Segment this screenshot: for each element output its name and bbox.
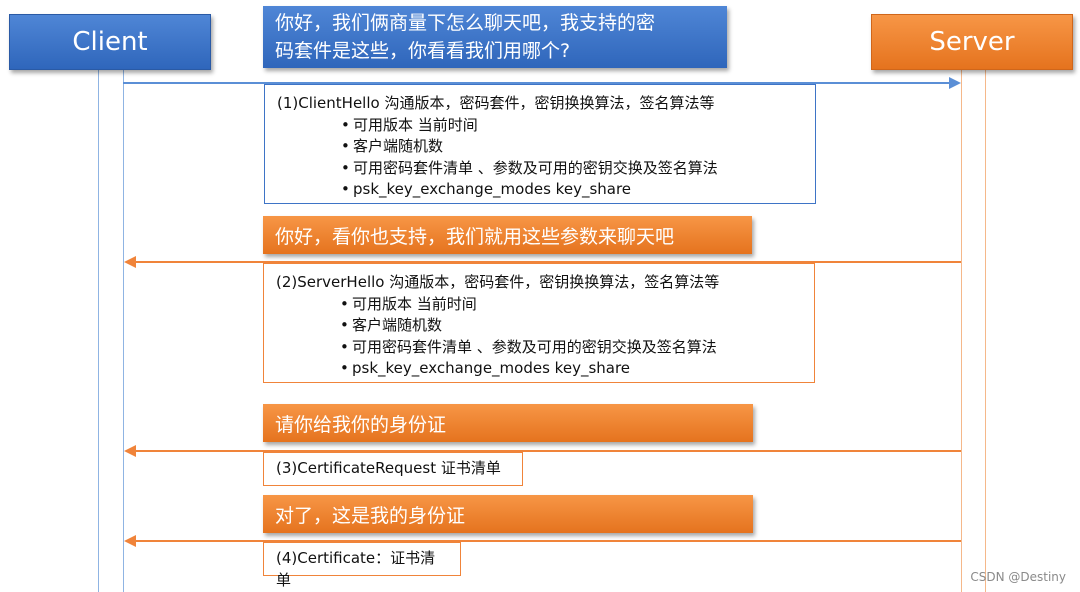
message-title: (1)ClientHello 沟通版本，密码套件，密钥换换算法，签名算法等 [277, 94, 715, 112]
list-item: 客户端随机数 [277, 136, 803, 158]
bullet-list: 可用版本 当前时间 客户端随机数 可用密码套件清单 、参数及可用的密钥交换及签名… [276, 294, 802, 380]
certificate-request-banner: 请你给我你的身份证 [263, 404, 753, 442]
message-title: (4)Certificate：证书清单 [276, 549, 436, 589]
watermark: CSDN @Destiny [970, 570, 1066, 584]
banner-line: 你好，我们俩商量下怎么聊天吧，我支持的密 [275, 12, 656, 34]
list-item: 可用密码套件清单 、参数及可用的密钥交换及签名算法 [276, 337, 802, 359]
client-participant: Client [9, 14, 211, 70]
certificate-arrow [124, 535, 961, 547]
message-title: (2)ServerHello 沟通版本，密码套件，密钥换换算法，签名算法等 [276, 273, 720, 291]
server-participant: Server [871, 14, 1073, 70]
list-item: psk_key_exchange_modes key_share [276, 358, 802, 380]
list-item: 客户端随机数 [276, 315, 802, 337]
server-lifeline-1 [961, 68, 962, 592]
bullet-list: 可用版本 当前时间 客户端随机数 可用密码套件清单 、参数及可用的密钥交换及签名… [277, 115, 803, 201]
certificate-request-box: (3)CertificateRequest 证书清单 [263, 452, 523, 486]
certificate-box: (4)Certificate：证书清单 [263, 542, 461, 589]
certificate-banner: 对了，这是我的身份证 [263, 495, 753, 533]
list-item: 可用密码套件清单 、参数及可用的密钥交换及签名算法 [277, 158, 803, 180]
client-label: Client [72, 27, 148, 57]
server-hello-banner: 你好，看你也支持，我们就用这些参数来聊天吧 [263, 216, 752, 254]
server-hello-box: (2)ServerHello 沟通版本，密码套件，密钥换换算法，签名算法等 可用… [263, 263, 815, 383]
certificate-request-arrow [124, 445, 961, 457]
banner-text: 你好，看你也支持，我们就用这些参数来聊天吧 [275, 225, 675, 248]
list-item: 可用版本 当前时间 [277, 115, 803, 137]
banner-text: 请你给我你的身份证 [275, 413, 447, 436]
banner-line: 码套件是这些，你看看我们用哪个? [275, 40, 571, 62]
message-title: (3)CertificateRequest 证书清单 [276, 459, 501, 477]
client-lifeline-1 [98, 68, 99, 592]
list-item: 可用版本 当前时间 [276, 294, 802, 316]
server-lifeline-2 [985, 68, 986, 592]
banner-text: 对了，这是我的身份证 [275, 504, 466, 527]
client-lifeline-2 [123, 68, 124, 592]
list-item: psk_key_exchange_modes key_share [277, 179, 803, 201]
server-label: Server [929, 27, 1015, 57]
client-hello-box: (1)ClientHello 沟通版本，密码套件，密钥换换算法，签名算法等 可用… [264, 84, 816, 204]
client-hello-banner: 你好，我们俩商量下怎么聊天吧，我支持的密 码套件是这些，你看看我们用哪个? [263, 6, 727, 68]
